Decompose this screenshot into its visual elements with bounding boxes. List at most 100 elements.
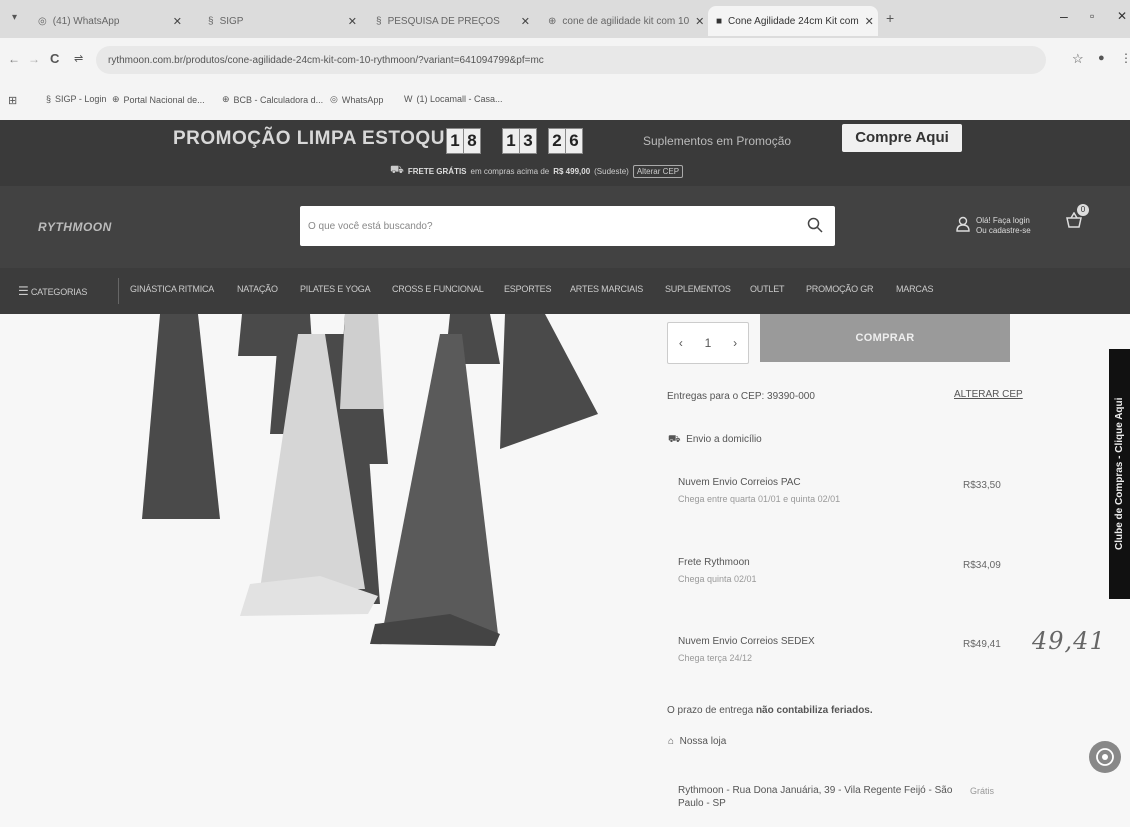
browser-tab[interactable]: ⊕ cone de agilidade kit com 10 ✕ xyxy=(540,6,705,36)
countdown-digit: 8 xyxy=(463,128,481,154)
increase-icon[interactable]: › xyxy=(733,336,737,350)
sigp-icon: § xyxy=(376,15,382,27)
close-tab-icon[interactable]: ✕ xyxy=(521,15,530,28)
nav-item[interactable]: NATAÇÃO xyxy=(237,284,278,294)
cart-button[interactable]: 0 xyxy=(1065,204,1089,233)
minimize-icon[interactable]: – xyxy=(1060,8,1068,24)
close-tab-icon[interactable]: ✕ xyxy=(865,15,874,28)
truck-icon: ⛟ xyxy=(390,164,404,176)
alterar-cep-button[interactable]: Alterar CEP xyxy=(632,164,684,178)
bookmark-item[interactable]: W (1) Locamall - Casa... xyxy=(404,94,503,104)
whatsapp-icon xyxy=(1096,748,1114,766)
sigp-icon: § xyxy=(46,94,52,104)
forward-icon[interactable]: → xyxy=(28,52,40,66)
clube-compras-tab[interactable]: Clube de Compras - Clique Aqui xyxy=(1109,349,1130,599)
browser-toolbar: ← → C ⇌ rythmoon.com.br/produtos/cone-ag… xyxy=(0,38,1130,84)
close-tab-icon[interactable]: ✕ xyxy=(348,15,357,28)
whatsapp-icon: ◎ xyxy=(330,94,338,104)
alterar-cep-link[interactable]: ALTERAR CEP xyxy=(954,389,1023,400)
close-tab-icon[interactable]: ✕ xyxy=(173,15,182,28)
countdown-digit: 3 xyxy=(519,128,537,154)
browser-tab[interactable]: ◎ (41) WhatsApp ✕ xyxy=(30,6,190,36)
envio-section: ⛟ Envio a domicílio xyxy=(668,434,762,445)
buy-button[interactable]: COMPRAR xyxy=(760,314,1010,362)
bookmark-item[interactable]: ⊕ Portal Nacional de... xyxy=(112,94,205,105)
store-address: Rythmoon - Rua Dona Januária, 39 - Vila … xyxy=(678,785,953,809)
hamburger-icon: ☰ xyxy=(18,284,29,298)
globe-icon: ⊕ xyxy=(222,94,230,104)
bookmark-star-icon[interactable]: ☆ xyxy=(1072,51,1084,67)
browser-tab[interactable]: § PESQUISA DE PREÇOS ✕ xyxy=(368,6,538,36)
bookmark-item[interactable]: § SIGP - Login xyxy=(46,94,106,104)
bookmarks-bar: ⊞ § SIGP - Login ⊕ Portal Nacional de... ⊕… xyxy=(0,84,1130,121)
category-nav: ☰ CATEGORIAS GINÁSTICA RITMICA NATAÇÃO P… xyxy=(0,268,1130,314)
shipping-price: R$49,41 xyxy=(963,639,1001,650)
address-bar[interactable]: rythmoon.com.br/produtos/cone-agilidade-… xyxy=(96,46,1046,74)
shipping-note: Chega quinta 02/01 xyxy=(678,574,757,584)
product-page: ‹ 1 › COMPRAR Entregas para o CEP: 39390… xyxy=(0,314,1130,827)
store-icon: ⌂ xyxy=(668,736,675,747)
sigp-icon: § xyxy=(208,15,214,27)
countdown-digit: 6 xyxy=(565,128,583,154)
site-header: RYTHMOON O que você está buscando? Olá! … xyxy=(0,186,1130,268)
tab-search-icon[interactable]: ▾ xyxy=(12,12,17,23)
profile-icon[interactable]: ● xyxy=(1098,52,1105,64)
nav-item[interactable]: GINÁSTICA RITMICA xyxy=(130,284,214,294)
promo-suplementos-link[interactable]: Suplementos em Promoção xyxy=(643,134,791,148)
nav-item[interactable]: SUPLEMENTOS xyxy=(665,284,731,294)
browser-tab[interactable]: § SIGP ✕ xyxy=(200,6,365,36)
bookmark-item[interactable]: ◎ WhatsApp xyxy=(330,94,383,105)
menu-icon[interactable]: ⋮ xyxy=(1120,51,1130,65)
countdown-digit: 1 xyxy=(502,128,520,154)
decrease-icon[interactable]: ‹ xyxy=(679,336,683,350)
quantity-value[interactable]: 1 xyxy=(705,336,712,350)
shipping-price: R$33,50 xyxy=(963,480,1001,491)
store-price: Grátis xyxy=(970,786,995,796)
nav-item[interactable]: CROSS E FUNCIONAL xyxy=(392,284,484,294)
back-icon[interactable]: ← xyxy=(8,52,20,66)
google-icon: ⊕ xyxy=(548,15,557,27)
nav-item[interactable]: PILATES E YOGA xyxy=(300,284,371,294)
nav-item[interactable]: MARCAS xyxy=(896,284,934,294)
quantity-stepper[interactable]: ‹ 1 › xyxy=(667,322,749,364)
nav-item[interactable]: OUTLET xyxy=(750,284,785,294)
nav-categorias[interactable]: ☰ CATEGORIAS xyxy=(18,284,87,298)
loja-section: ⌂ Nossa loja xyxy=(668,736,727,747)
nav-item[interactable]: PROMOÇÃO GR xyxy=(806,284,874,294)
new-tab-icon[interactable]: + xyxy=(886,10,894,26)
compre-aqui-button[interactable]: Compre Aqui xyxy=(842,124,962,152)
shipping-price: R$34,09 xyxy=(963,560,1001,571)
login-link[interactable]: Olá! Faça login Ou cadastre-se xyxy=(956,216,1031,236)
close-tab-icon[interactable]: ✕ xyxy=(695,15,704,28)
search-icon[interactable] xyxy=(807,217,823,233)
maximize-icon[interactable]: ▫ xyxy=(1090,9,1094,23)
bookmark-item[interactable]: ⊕ BCB - Calculadora d... xyxy=(222,94,323,105)
user-icon xyxy=(956,216,970,232)
whatsapp-icon: ◎ xyxy=(38,15,47,27)
shipping-name: Nuvem Envio Correios SEDEX xyxy=(678,636,815,647)
site-info-icon[interactable]: ⇌ xyxy=(74,52,83,65)
close-window-icon[interactable]: ✕ xyxy=(1117,9,1127,23)
handwritten-note: 49,41 xyxy=(1032,627,1106,655)
reload-icon[interactable]: C xyxy=(50,51,59,66)
whatsapp-chat-button[interactable] xyxy=(1089,741,1121,773)
browser-tab-bar: ▾ ◎ (41) WhatsApp ✕ § SIGP ✕ § PESQUISA … xyxy=(0,0,1130,38)
logo[interactable]: RYTHMOON xyxy=(38,220,112,234)
shipping-name: Nuvem Envio Correios PAC xyxy=(678,477,801,488)
truck-icon: ⛟ xyxy=(668,434,681,445)
search-input[interactable]: O que você está buscando? xyxy=(300,206,835,246)
frete-gratis-bar: ⛟ FRETE GRÁTIS em compras acima de R$ 49… xyxy=(390,164,684,178)
nav-item[interactable]: ARTES MARCIAIS xyxy=(570,284,643,294)
product-image[interactable] xyxy=(120,314,620,654)
shipping-note: Chega terça 24/12 xyxy=(678,653,753,663)
promo-banner: PROMOÇÃO LIMPA ESTOQUE 1 8 1 3 2 6 Suple… xyxy=(0,120,1130,186)
cart-count-badge: 0 xyxy=(1077,204,1089,216)
countdown-digit: 2 xyxy=(548,128,566,154)
prazo-note: O prazo de entrega não contabiliza feria… xyxy=(667,705,873,716)
countdown-digit: 1 xyxy=(446,128,464,154)
browser-tab-active[interactable]: ■ Cone Agilidade 24cm Kit com ✕ xyxy=(708,6,878,36)
apps-icon[interactable]: ⊞ xyxy=(8,94,17,107)
cep-text: Entregas para o CEP: 39390-000 xyxy=(667,391,815,402)
url-text: rythmoon.com.br/produtos/cone-agilidade-… xyxy=(108,54,544,66)
nav-item[interactable]: ESPORTES xyxy=(504,284,551,294)
